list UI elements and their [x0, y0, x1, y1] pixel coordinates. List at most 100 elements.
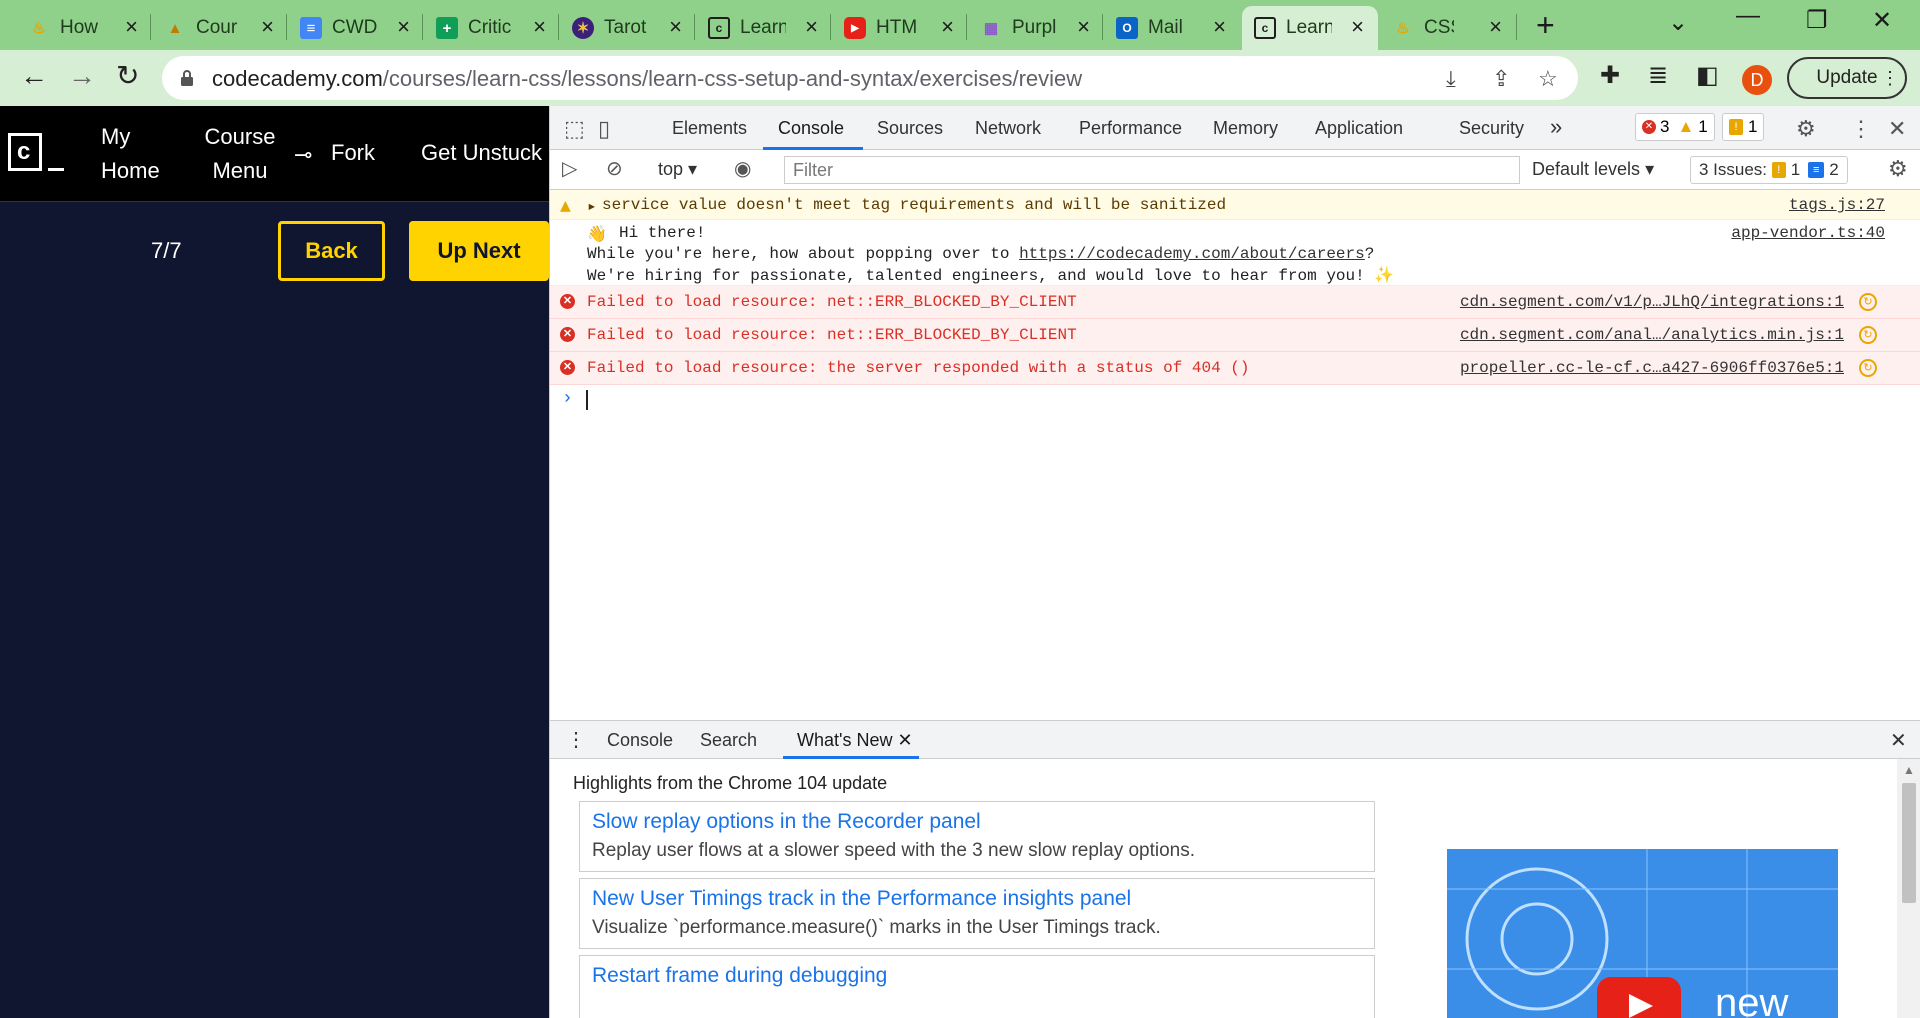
tab-memory[interactable]: Memory	[1213, 118, 1278, 139]
browser-tab[interactable]: ≡ CWD ×	[288, 6, 424, 50]
inspect-element-icon[interactable]: ⬚	[564, 116, 585, 142]
up-next-button[interactable]: Up Next	[409, 221, 549, 281]
console-settings-gear-icon[interactable]: ⚙	[1888, 156, 1908, 182]
request-icon[interactable]: ↻	[1859, 359, 1877, 377]
side-panel-icon[interactable]: ◧	[1696, 63, 1719, 89]
new-tab-button[interactable]: +	[1536, 9, 1555, 41]
minimize-icon[interactable]: —	[1736, 2, 1760, 30]
issues-counter-badge[interactable]: ! 1	[1722, 113, 1765, 141]
share-icon[interactable]: ⇪	[1492, 66, 1510, 92]
fork-link[interactable]: Fork	[331, 136, 375, 170]
close-tab-icon[interactable]: ×	[805, 16, 818, 38]
sidebar-toggle-icon[interactable]: ▷	[562, 156, 577, 181]
close-window-icon[interactable]: ✕	[1872, 6, 1892, 35]
browser-tab[interactable]: ♨ CSS ×	[1380, 6, 1516, 50]
feature-card[interactable]: New User Timings track in the Performanc…	[579, 878, 1375, 949]
browser-tab[interactable]: ▦ Purpl ×	[968, 6, 1104, 50]
issues-button[interactable]: 3 Issues: ! 1 ≡ 2	[1690, 156, 1848, 184]
source-link[interactable]: tags.js:27	[1789, 196, 1885, 214]
careers-link[interactable]: https://codecademy.com/about/careers	[1019, 245, 1365, 263]
source-link[interactable]: app-vendor.ts:40	[1731, 224, 1885, 242]
feature-title[interactable]: Restart frame during debugging	[592, 964, 887, 988]
media-queue-icon[interactable]: ≣	[1648, 63, 1668, 89]
restore-icon[interactable]: ❐	[1806, 6, 1828, 35]
profile-avatar[interactable]: D	[1742, 65, 1772, 95]
drawer-tab-console[interactable]: Console	[607, 730, 673, 751]
feature-card[interactable]: Slow replay options in the Recorder pane…	[579, 801, 1375, 872]
browser-tab[interactable]: ▶ HTM ×	[832, 6, 968, 50]
drawer-tab-search[interactable]: Search	[700, 730, 757, 751]
browser-tab[interactable]: ▲ Cour ×	[152, 6, 288, 50]
log-levels-dropdown[interactable]: Default levels ▾	[1532, 159, 1654, 180]
close-devtools-icon[interactable]: ✕	[1888, 116, 1906, 142]
console-error-row[interactable]: ✕ Failed to load resource: the server re…	[550, 352, 1920, 385]
close-tab-icon[interactable]: ×	[941, 16, 954, 38]
browser-tab[interactable]: c Learn ×	[696, 6, 832, 50]
tab-application[interactable]: Application	[1315, 118, 1403, 139]
back-button[interactable]: Back	[278, 221, 385, 281]
forward-arrow-icon[interactable]: →	[68, 62, 96, 90]
console-filter-input[interactable]: Filter	[784, 156, 1520, 184]
install-app-icon[interactable]: ⤓	[1446, 66, 1456, 92]
tab-sources[interactable]: Sources	[877, 118, 943, 139]
course-menu-link[interactable]: Course Menu	[198, 120, 282, 188]
console-counts-badge[interactable]: ✕ 3 ▲ 1	[1635, 113, 1715, 141]
drawer-tab-whats-new[interactable]: What's New ✕	[797, 730, 913, 751]
tab-security[interactable]: Security	[1459, 118, 1524, 139]
update-button[interactable]: Update ⋮	[1787, 57, 1907, 99]
feature-card[interactable]: Restart frame during debugging	[579, 955, 1375, 1018]
browser-tab[interactable]: ✶ Tarot ×	[560, 6, 696, 50]
back-arrow-icon[interactable]: ←	[20, 62, 48, 90]
close-tab-icon[interactable]: ×	[1351, 16, 1364, 38]
more-vert-icon[interactable]: ⋮	[1881, 69, 1899, 87]
extensions-puzzle-icon[interactable]: ✚	[1600, 63, 1620, 89]
close-tab-icon[interactable]: ×	[397, 16, 410, 38]
tab-elements[interactable]: Elements	[672, 118, 747, 139]
source-link[interactable]: cdn.segment.com/anal…/analytics.min.js:1	[1460, 326, 1844, 344]
settings-gear-icon[interactable]: ⚙	[1796, 116, 1816, 142]
close-tab-icon[interactable]: ×	[533, 16, 546, 38]
browser-tab[interactable]: + Critic ×	[424, 6, 560, 50]
browser-tab[interactable]: ♨ How ×	[16, 6, 152, 50]
more-options-icon[interactable]: ⋮	[1850, 116, 1872, 142]
console-prompt[interactable]: ›	[550, 385, 1920, 415]
close-tab-icon[interactable]: ✕	[897, 730, 912, 750]
request-icon[interactable]: ↻	[1859, 326, 1877, 344]
drawer-scrollbar[interactable]: ▲	[1897, 759, 1920, 1018]
reload-icon[interactable]: ↻	[116, 62, 139, 90]
close-tab-icon[interactable]: ×	[1077, 16, 1090, 38]
feature-title[interactable]: New User Timings track in the Performanc…	[592, 887, 1131, 911]
browser-tab-active[interactable]: c Learn ×	[1242, 6, 1378, 50]
close-tab-icon[interactable]: ×	[1489, 16, 1502, 38]
tab-search-icon[interactable]: ⌄	[1668, 8, 1688, 37]
tab-console[interactable]: Console	[778, 118, 844, 139]
expand-arrow-icon[interactable]: ▸	[587, 196, 597, 216]
tab-performance[interactable]: Performance	[1079, 118, 1182, 139]
codecademy-logo[interactable]: c	[8, 133, 42, 171]
my-home-link[interactable]: My Home	[101, 120, 161, 188]
console-error-row[interactable]: ✕ Failed to load resource: net::ERR_BLOC…	[550, 286, 1920, 319]
drawer-menu-icon[interactable]: ⋮	[566, 727, 586, 752]
clear-console-icon[interactable]: ⊘	[606, 156, 623, 181]
request-icon[interactable]: ↻	[1859, 293, 1877, 311]
bookmark-star-icon[interactable]: ☆	[1538, 66, 1558, 92]
scrollbar-thumb[interactable]	[1902, 783, 1916, 903]
youtube-play-icon[interactable]	[1597, 977, 1681, 1018]
context-selector[interactable]: top ▾	[658, 159, 697, 180]
feature-title[interactable]: Slow replay options in the Recorder pane…	[592, 810, 981, 834]
tab-network[interactable]: Network	[975, 118, 1041, 139]
source-link[interactable]: cdn.segment.com/v1/p…JLhQ/integrations:1	[1460, 293, 1844, 311]
close-drawer-icon[interactable]: ✕	[1890, 728, 1907, 753]
close-tab-icon[interactable]: ×	[1213, 16, 1226, 38]
address-bar[interactable]: codecademy.com/courses/learn-css/lessons…	[162, 56, 1578, 100]
console-error-row[interactable]: ✕ Failed to load resource: net::ERR_BLOC…	[550, 319, 1920, 352]
whats-new-video-thumbnail[interactable]: new	[1447, 849, 1838, 1018]
browser-tab[interactable]: O Mail ×	[1104, 6, 1240, 50]
scroll-up-icon[interactable]: ▲	[1903, 763, 1915, 777]
device-toolbar-icon[interactable]: ▯	[598, 116, 610, 142]
console-warning-row[interactable]: ▲ ▸ service value doesn't meet tag requi…	[550, 190, 1920, 220]
close-tab-icon[interactable]: ×	[669, 16, 682, 38]
more-tabs-icon[interactable]: »	[1550, 114, 1562, 140]
close-tab-icon[interactable]: ×	[261, 16, 274, 38]
live-expression-eye-icon[interactable]: ◉	[734, 156, 751, 181]
